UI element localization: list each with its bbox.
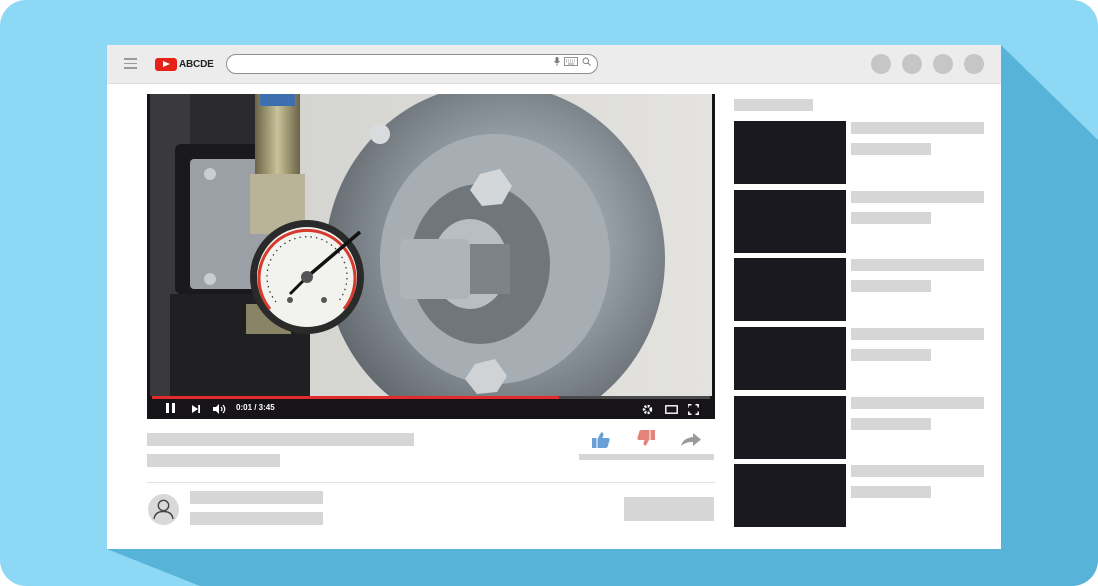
up-next-heading — [734, 99, 813, 111]
related-video-thumbnail[interactable] — [734, 464, 846, 527]
theater-mode-icon[interactable] — [665, 405, 678, 414]
related-video-meta — [851, 486, 931, 498]
related-video-title[interactable] — [851, 397, 984, 409]
account-button-2[interactable] — [902, 54, 922, 74]
related-video-title[interactable] — [851, 465, 984, 477]
browser-window: ABCDE 0:01 / 3:45 — [107, 45, 1001, 549]
related-video-thumbnail[interactable] — [734, 258, 846, 321]
search-input[interactable] — [226, 54, 598, 74]
player-controls: 0:01 / 3:45 — [147, 399, 715, 419]
pause-icon[interactable] — [166, 403, 175, 413]
related-video-meta — [851, 349, 931, 361]
next-icon[interactable] — [192, 405, 200, 413]
time-display: 0:01 / 3:45 — [236, 403, 275, 412]
like-ratio-bar — [579, 454, 714, 460]
hamburger-icon[interactable] — [124, 58, 137, 69]
view-count-placeholder — [147, 454, 280, 467]
volume-icon[interactable] — [213, 404, 226, 414]
related-video-thumbnail[interactable] — [734, 190, 846, 253]
device-frame: ABCDE 0:01 / 3:45 — [0, 0, 1098, 586]
account-button-3[interactable] — [933, 54, 953, 74]
related-video-title[interactable] — [851, 191, 984, 203]
fullscreen-icon[interactable] — [688, 404, 699, 415]
divider — [147, 482, 715, 483]
top-right-buttons — [871, 54, 984, 74]
pressure-gauge-image — [150, 94, 712, 396]
thumbs-down-icon[interactable] — [636, 429, 656, 447]
channel-subs-placeholder — [190, 512, 323, 525]
play-logo-icon — [155, 57, 177, 71]
channel-name-placeholder — [190, 491, 323, 504]
thumbs-up-icon[interactable] — [591, 431, 611, 449]
share-icon[interactable] — [681, 433, 701, 447]
video-frame[interactable] — [150, 94, 712, 396]
microphone-icon[interactable] — [554, 57, 560, 66]
related-video-title[interactable] — [851, 328, 984, 340]
related-video-title[interactable] — [851, 259, 984, 271]
account-button-4[interactable] — [964, 54, 984, 74]
keyboard-icon[interactable] — [564, 57, 578, 66]
related-video-meta — [851, 280, 931, 292]
channel-avatar[interactable] — [148, 494, 179, 525]
video-title-placeholder — [147, 433, 414, 446]
subscribe-button[interactable] — [624, 497, 714, 521]
user-icon — [153, 499, 174, 520]
site-logo[interactable]: ABCDE — [155, 56, 214, 72]
related-video-meta — [851, 143, 931, 155]
account-button-1[interactable] — [871, 54, 891, 74]
video-player[interactable]: 0:01 / 3:45 — [147, 94, 715, 419]
related-video-title[interactable] — [851, 122, 984, 134]
logo-text: ABCDE — [179, 58, 214, 70]
related-video-meta — [851, 212, 931, 224]
search-icon[interactable] — [582, 57, 591, 66]
related-video-thumbnail[interactable] — [734, 396, 846, 459]
related-video-thumbnail[interactable] — [734, 327, 846, 390]
gear-icon[interactable] — [642, 404, 653, 415]
related-video-thumbnail[interactable] — [734, 121, 846, 184]
related-video-meta — [851, 418, 931, 430]
top-bar: ABCDE — [107, 45, 1001, 84]
